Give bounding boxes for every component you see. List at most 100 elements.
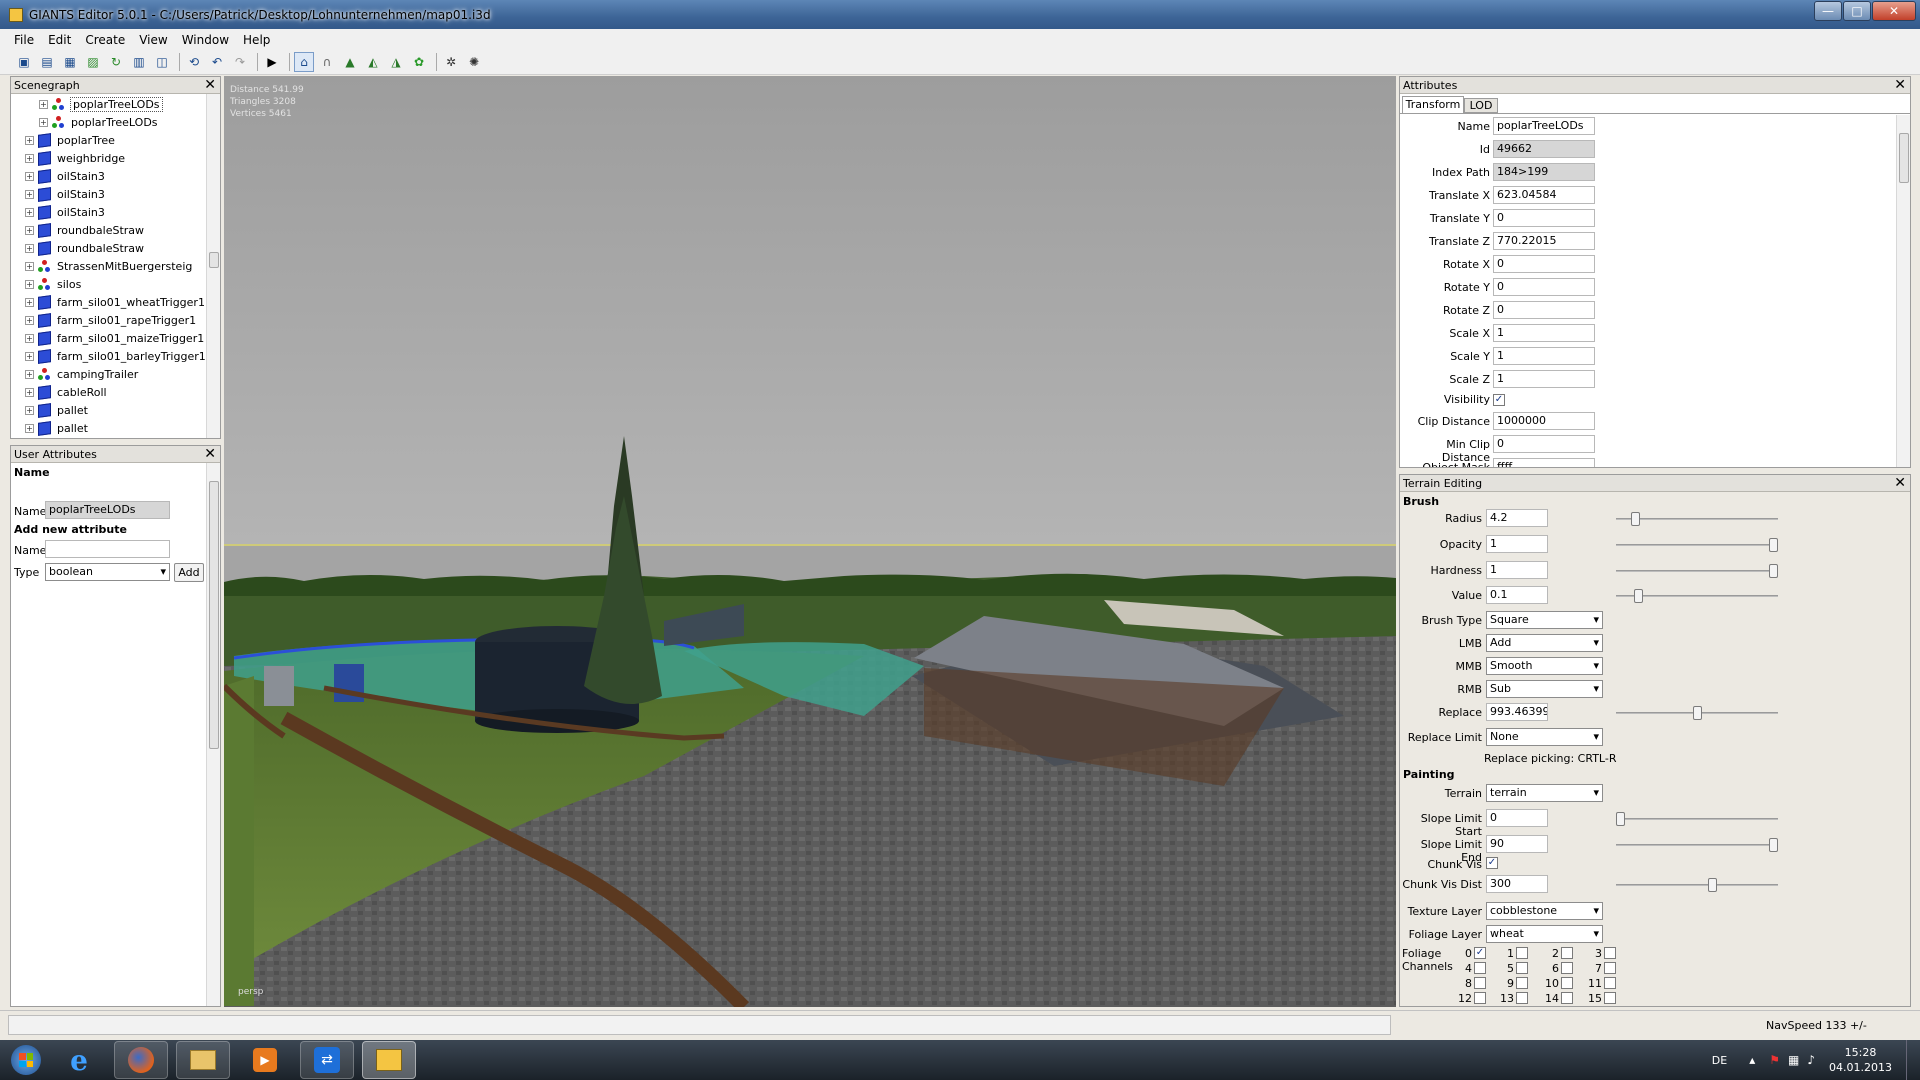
terrain-raise-icon[interactable]: ▲ — [340, 52, 360, 72]
add-attribute-button[interactable]: Add — [174, 563, 204, 582]
new-icon[interactable]: ▣ — [14, 52, 34, 72]
list-item[interactable]: + farm_silo01_maizeTrigger1 — [25, 329, 204, 347]
opacity-slider[interactable] — [1616, 538, 1778, 552]
list-item[interactable]: + farm_silo01_barleyTrigger1 — [25, 347, 206, 365]
refresh-icon[interactable]: ↻ — [106, 52, 126, 72]
list-item[interactable]: + cableRoll — [25, 383, 107, 401]
attr-min-clip-distance-field[interactable]: 0 — [1493, 435, 1595, 453]
list-item[interactable]: + poplarTreeLODs — [39, 95, 163, 113]
close-icon[interactable]: ✕ — [1894, 77, 1906, 93]
expand-icon[interactable]: + — [39, 117, 48, 127]
foliage-channel-checkbox[interactable] — [1604, 947, 1616, 959]
scenegraph-scrollbar[interactable] — [206, 94, 220, 438]
value-input[interactable]: 0.1 — [1486, 586, 1548, 604]
slope-limit-start-input[interactable]: 0 — [1486, 809, 1548, 827]
foliage-channel-checkbox[interactable] — [1604, 977, 1616, 989]
network-icon[interactable]: ✺ — [464, 52, 484, 72]
show-desktop-button[interactable] — [1906, 1040, 1920, 1080]
attr-name-field[interactable]: poplarTreeLODs — [1493, 117, 1595, 135]
save-icon[interactable]: ▥ — [129, 52, 149, 72]
list-item[interactable]: + StrassenMitBuergersteig — [25, 257, 192, 275]
foliage-channel-checkbox[interactable]: ✓ — [1474, 947, 1486, 959]
attr-scale-x-field[interactable]: 1 — [1493, 324, 1595, 342]
play-icon[interactable]: ▶ — [262, 52, 282, 72]
foliage-channel-checkbox[interactable] — [1561, 992, 1573, 1004]
attr-scale-y-field[interactable]: 1 — [1493, 347, 1595, 365]
expand-icon[interactable]: + — [25, 243, 34, 253]
foliage-channel-checkbox[interactable] — [1561, 962, 1573, 974]
lmb-select[interactable]: Add — [1486, 634, 1603, 652]
foliage-layer-select[interactable]: wheat — [1486, 925, 1603, 943]
attribute-type-select[interactable]: boolean — [45, 563, 170, 581]
radius-slider[interactable] — [1616, 512, 1778, 526]
slider-handle[interactable] — [1616, 812, 1625, 826]
slider-handle[interactable] — [1769, 838, 1778, 852]
firefox-icon[interactable] — [114, 1041, 168, 1079]
tab-transform[interactable]: Transform — [1402, 96, 1464, 113]
clock[interactable]: 15:28 04.01.2013 — [1829, 1045, 1892, 1075]
import-icon[interactable]: ▦ — [60, 52, 80, 72]
tray-arrow-icon[interactable]: ▴ — [1749, 1053, 1755, 1067]
list-item[interactable]: + farm_silo01_rapeTrigger1 — [25, 311, 196, 329]
menu-help[interactable]: Help — [243, 33, 270, 47]
rmb-select[interactable]: Sub — [1486, 680, 1603, 698]
chunk-vis-dist-input[interactable]: 300 — [1486, 875, 1548, 893]
foliage-channel-checkbox[interactable] — [1561, 977, 1573, 989]
list-item[interactable]: + roundbaleStraw — [25, 221, 144, 239]
save-as-icon[interactable]: ◫ — [152, 52, 172, 72]
replace-input[interactable]: 993.46399 — [1486, 703, 1548, 721]
settings-icon[interactable]: ✲ — [441, 52, 461, 72]
value-slider[interactable] — [1616, 589, 1778, 603]
expand-icon[interactable]: + — [25, 189, 34, 199]
user-attributes-scrollbar[interactable] — [206, 463, 220, 1006]
expand-icon[interactable]: + — [25, 333, 34, 343]
action-center-icon[interactable]: ⚑ — [1769, 1053, 1780, 1067]
attr-translate-y-field[interactable]: 0 — [1493, 209, 1595, 227]
visibility-checkbox[interactable]: ✓ — [1493, 394, 1505, 406]
slope-limit-start-slider[interactable] — [1616, 812, 1778, 826]
list-item[interactable]: + roundbaleStraw — [25, 239, 144, 257]
foliage-channel-checkbox[interactable] — [1516, 962, 1528, 974]
expand-icon[interactable]: + — [25, 261, 34, 271]
terrain-select[interactable]: terrain — [1486, 784, 1603, 802]
attr-clip-distance-field[interactable]: 1000000 — [1493, 412, 1595, 430]
attr-translate-z-field[interactable]: 770.22015 — [1493, 232, 1595, 250]
list-item[interactable]: + poplarTreeLODs — [39, 113, 158, 131]
foliage-channel-checkbox[interactable] — [1516, 992, 1528, 1004]
menu-create[interactable]: Create — [85, 33, 125, 47]
expand-icon[interactable]: + — [25, 279, 34, 289]
slider-handle[interactable] — [1634, 589, 1644, 603]
attr-scale-z-field[interactable]: 1 — [1493, 370, 1595, 388]
tab-lod[interactable]: LOD — [1464, 98, 1498, 113]
foliage-channel-checkbox[interactable] — [1604, 962, 1616, 974]
minimize-button[interactable]: — — [1814, 1, 1842, 21]
texture-layer-select[interactable]: cobblestone — [1486, 902, 1603, 920]
brush-type-select[interactable]: Square — [1486, 611, 1603, 629]
list-item[interactable]: + oilStain3 — [25, 203, 105, 221]
attr-rotate-y-field[interactable]: 0 — [1493, 278, 1595, 296]
foliage-channel-checkbox[interactable] — [1474, 992, 1486, 1004]
attr-rotate-x-field[interactable]: 0 — [1493, 255, 1595, 273]
redo-icon[interactable]: ↷ — [230, 52, 250, 72]
expand-icon[interactable]: + — [25, 369, 34, 379]
menu-edit[interactable]: Edit — [48, 33, 71, 47]
foliage-channel-checkbox[interactable] — [1474, 977, 1486, 989]
close-icon[interactable]: ✕ — [204, 77, 216, 93]
attributes-scrollbar[interactable] — [1896, 115, 1910, 467]
expand-icon[interactable]: + — [25, 225, 34, 235]
foliage-channel-checkbox[interactable] — [1474, 962, 1486, 974]
slider-handle[interactable] — [1769, 538, 1778, 552]
maximize-button[interactable]: □ — [1843, 1, 1871, 21]
terrain-smooth-icon[interactable]: ◭ — [363, 52, 383, 72]
file-explorer-icon[interactable] — [176, 1041, 230, 1079]
expand-icon[interactable]: + — [25, 297, 34, 307]
hardness-input[interactable]: 1 — [1486, 561, 1548, 579]
undo-icon[interactable]: ↶ — [207, 52, 227, 72]
select-icon[interactable]: ⌂ — [294, 52, 314, 72]
replace-slider[interactable] — [1616, 706, 1778, 720]
list-item[interactable]: + pallet — [25, 419, 88, 437]
slider-handle[interactable] — [1631, 512, 1641, 526]
attr-object-mask-field[interactable]: ffff — [1493, 458, 1595, 467]
3d-viewport[interactable]: Distance 541.99 Triangles 3208 Vertices … — [224, 76, 1396, 1007]
giants-editor-icon[interactable] — [362, 1041, 416, 1079]
